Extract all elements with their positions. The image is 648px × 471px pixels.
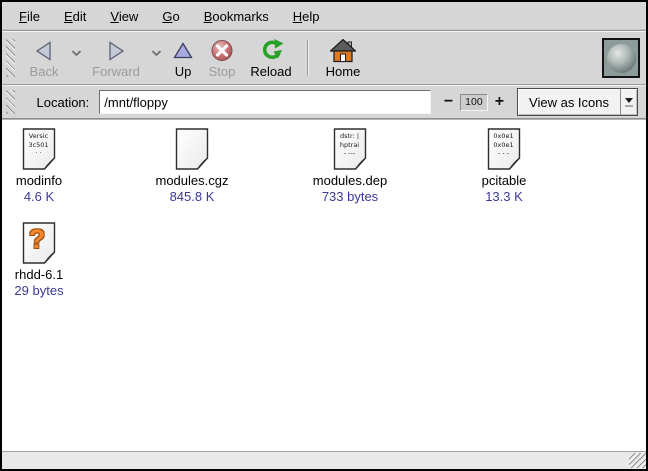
file-size: 13.3 K [485, 190, 523, 204]
chevron-down-icon [620, 89, 637, 115]
back-label: Back [30, 64, 59, 79]
reload-button[interactable]: Reload [243, 34, 299, 82]
stop-label: Stop [209, 64, 236, 79]
file-size: 29 bytes [14, 284, 63, 298]
question-mark-icon: ? [22, 223, 52, 256]
up-arrow-icon [173, 37, 193, 64]
menu-bookmarks[interactable]: Bookmarks [204, 9, 269, 24]
file-name: modules.cgz [156, 174, 229, 188]
file-name: modules.dep [313, 174, 387, 188]
up-button[interactable]: Up [165, 34, 201, 82]
locbar-drag-handle[interactable] [6, 90, 15, 114]
stop-icon [210, 37, 234, 64]
zoom-out-button[interactable]: − [444, 95, 453, 109]
location-label: Location: [37, 95, 90, 110]
view-mode-dropdown[interactable]: View as Icons [517, 88, 638, 116]
file-name: modinfo [16, 174, 62, 188]
reload-icon [258, 37, 284, 64]
forward-history-dropdown-icon[interactable] [147, 34, 165, 72]
document-icon: dstr: |hptrai- --- [333, 128, 367, 170]
forward-label: Forward [92, 64, 140, 79]
document-icon: Versic3c501· · [22, 128, 56, 170]
forward-button[interactable]: Forward [85, 34, 147, 82]
menu-go[interactable]: Go [162, 9, 179, 24]
location-input[interactable] [99, 90, 431, 114]
forward-arrow-icon [105, 37, 127, 64]
stop-button[interactable]: Stop [201, 34, 243, 82]
file-size: 4.6 K [24, 190, 54, 204]
file-modules-cgz[interactable]: modules.cgz 845.8 K [122, 128, 262, 204]
menu-help[interactable]: Help [293, 9, 320, 24]
home-label: Home [326, 64, 361, 79]
document-icon: 0x0e10x0e1- - - [487, 128, 521, 170]
reload-label: Reload [250, 64, 291, 79]
up-label: Up [175, 64, 192, 79]
throbber-sphere-icon [607, 44, 636, 73]
file-name: rhdd-6.1 [15, 268, 63, 282]
file-modinfo[interactable]: Versic3c501· · modinfo 4.6 K [2, 128, 76, 204]
zoom-in-button[interactable]: + [495, 95, 504, 109]
file-manager-window: File Edit View Go Bookmarks Help Back Fo… [0, 0, 648, 471]
menu-bar: File Edit View Go Bookmarks Help [2, 2, 646, 31]
file-preview-text: dstr: |hptrai- --- [335, 132, 364, 158]
file-name: pcitable [482, 174, 527, 188]
view-mode-label: View as Icons [518, 89, 620, 115]
zoom-level-indicator: 100 [460, 94, 488, 111]
home-icon [330, 37, 356, 64]
toolbar-separator [307, 40, 308, 76]
file-size: 733 bytes [322, 190, 378, 204]
file-modules-dep[interactable]: dstr: |hptrai- --- modules.dep 733 bytes [280, 128, 420, 204]
throbber [602, 38, 640, 78]
menu-file[interactable]: File [19, 9, 40, 24]
toolbar-drag-handle[interactable] [6, 39, 15, 77]
resize-grip[interactable] [629, 453, 646, 468]
document-icon [175, 128, 209, 170]
toolbar: Back Forward Up [2, 31, 646, 85]
menu-view[interactable]: View [110, 9, 138, 24]
back-arrow-icon [33, 37, 55, 64]
menu-edit[interactable]: Edit [64, 9, 86, 24]
file-preview-text: 0x0e10x0e1- - - [489, 132, 518, 158]
file-pcitable[interactable]: 0x0e10x0e1- - - pcitable 13.3 K [434, 128, 574, 204]
location-bar: Location: − 100 + View as Icons [2, 85, 646, 119]
file-rhdd-6-1[interactable]: ? rhdd-6.1 29 bytes [2, 222, 76, 298]
back-button[interactable]: Back [21, 34, 67, 82]
home-button[interactable]: Home [318, 34, 368, 82]
unknown-document-icon: ? [22, 222, 56, 264]
file-view: Versic3c501· · modinfo 4.6 K modules.cgz… [2, 119, 646, 451]
file-size: 845.8 K [170, 190, 215, 204]
back-history-dropdown-icon[interactable] [67, 34, 85, 72]
status-bar [2, 451, 646, 469]
file-preview-text: Versic3c501· · [24, 132, 53, 158]
